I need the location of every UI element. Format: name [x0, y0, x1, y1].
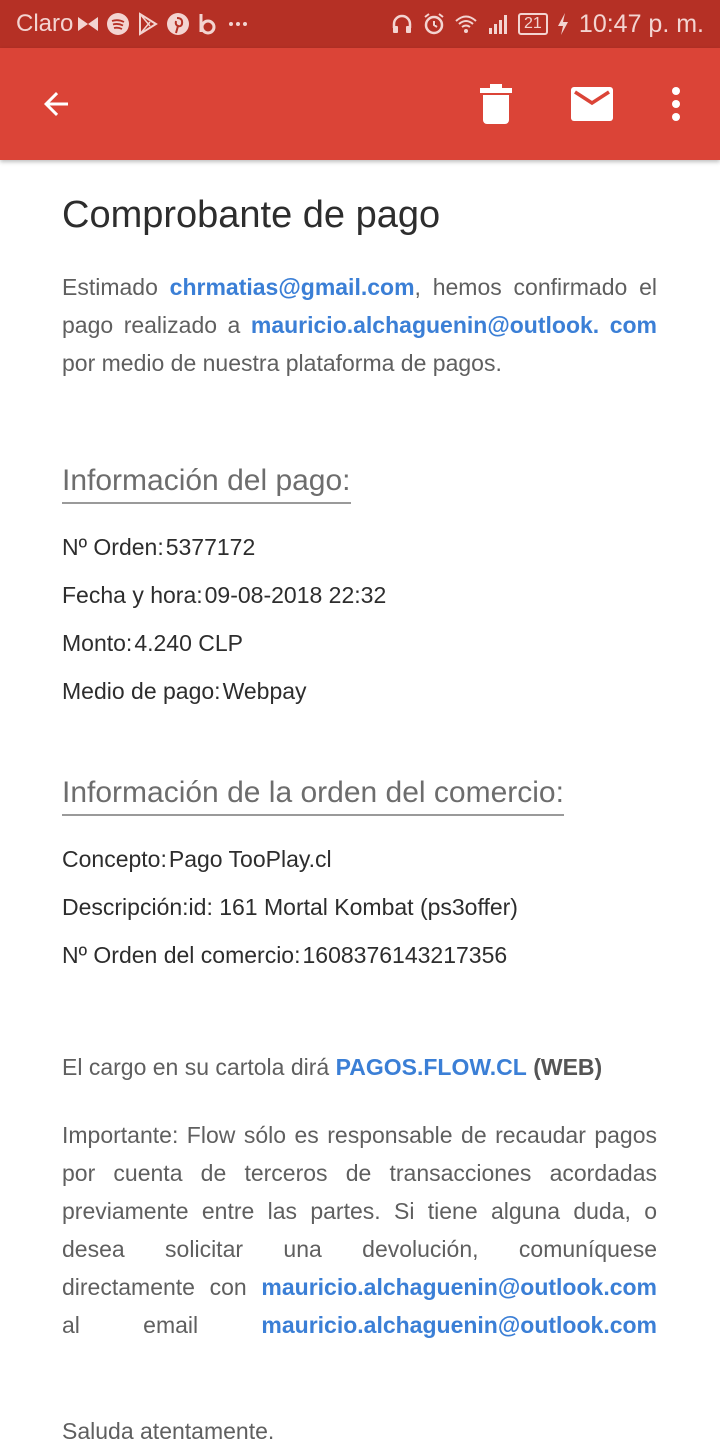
headset-icon [392, 14, 412, 33]
payment-method-value: Webpay [222, 678, 307, 704]
order-info-heading: Información de la orden del comercio: [62, 776, 564, 816]
order-number-value: 5377172 [165, 534, 256, 560]
more-dots-icon [229, 22, 247, 26]
alarm-icon [424, 13, 444, 35]
merchant-email-link-part2[interactable]: com [610, 312, 657, 338]
description-row: Descripción:id: 161 Mortal Kombat (ps3of… [62, 894, 518, 921]
spotify-icon [107, 13, 129, 35]
important-paragraph: Importante: Flow sólo es responsable de … [62, 1116, 657, 1344]
intro-paragraph: Estimado chrmatias@gmail.com, hemos conf… [62, 268, 657, 382]
mark-unread-button[interactable] [556, 48, 628, 160]
recipient-email-link[interactable]: chrmatias@gmail.com [170, 274, 415, 300]
signal-icon [489, 15, 507, 34]
app-bar [0, 48, 720, 160]
more-vert-icon [672, 87, 680, 121]
description-value: id: 161 Mortal Kombat (ps3offer) [188, 894, 518, 920]
refund-email-link[interactable]: mauricio.alchaguenin@outlook.com [261, 1312, 657, 1338]
flow-link[interactable]: PAGOS.FLOW.CL [336, 1054, 527, 1080]
trash-icon [480, 84, 512, 124]
important-text-2: al email [62, 1312, 262, 1338]
charge-paragraph: El cargo en su cartola dirá PAGOS.FLOW.C… [62, 1048, 657, 1086]
carrier-label: Claro [16, 10, 74, 37]
date-time-row: Fecha y hora:09-08-2018 22:32 [62, 582, 386, 609]
amount-row: Monto:4.240 CLP [62, 630, 243, 657]
charge-web-label: (WEB) [533, 1054, 603, 1080]
notification-icons [76, 12, 250, 36]
more-options-button[interactable] [652, 48, 700, 160]
concept-row: Concepto:Pago TooPlay.cl [62, 846, 332, 873]
play-store-icon [139, 12, 158, 36]
charge-text: El cargo en su cartola dirá [62, 1054, 336, 1080]
delete-button[interactable] [460, 48, 532, 160]
merchant-order-value: 1608376143217356 [302, 942, 508, 968]
wifi-icon [455, 15, 477, 33]
butterfly-icon [78, 17, 98, 31]
battery-icon: 21 [518, 13, 548, 35]
order-number-row: Nº Orden:5377172 [62, 534, 255, 561]
pinterest-icon [167, 13, 189, 35]
back-button[interactable] [20, 48, 92, 160]
system-icons: 21 [390, 12, 570, 36]
charging-icon [557, 13, 568, 35]
concept-value: Pago TooPlay.cl [168, 846, 332, 872]
payment-method-label: Medio de pago: [62, 678, 221, 704]
description-label: Descripción: [62, 894, 189, 920]
closing-text: Saluda atentamente. [62, 1418, 275, 1444]
clock: 10:47 p. m. [578, 10, 704, 38]
beats-icon [199, 14, 216, 35]
merchant-email-link-part1[interactable]: mauricio.alchaguenin@outlook. [251, 312, 599, 338]
payment-info-heading: Información del pago: [62, 464, 351, 504]
concept-label: Concepto: [62, 846, 167, 872]
email-title: Comprobante de pago [62, 194, 441, 236]
merchant-order-row: Nº Orden del comercio:1608376143217356 [62, 942, 507, 969]
status-bar: Claro 21 10:47 p. m. [0, 0, 720, 48]
merchant-order-label: Nº Orden del comercio: [62, 942, 301, 968]
amount-label: Monto: [62, 630, 133, 656]
date-time-value: 09-08-2018 22:32 [204, 582, 387, 608]
intro-text-3: por medio de nuestra plataforma de pagos… [62, 350, 502, 376]
contact-email-link[interactable]: mauricio.alchaguenin@outlook.com [261, 1274, 657, 1300]
back-arrow-icon [44, 92, 68, 116]
order-number-label: Nº Orden: [62, 534, 164, 560]
date-time-label: Fecha y hora: [62, 582, 203, 608]
amount-value: 4.240 CLP [134, 630, 244, 656]
mail-icon [571, 87, 613, 121]
intro-text-1: Estimado [62, 274, 170, 300]
payment-method-row: Medio de pago:Webpay [62, 678, 307, 705]
